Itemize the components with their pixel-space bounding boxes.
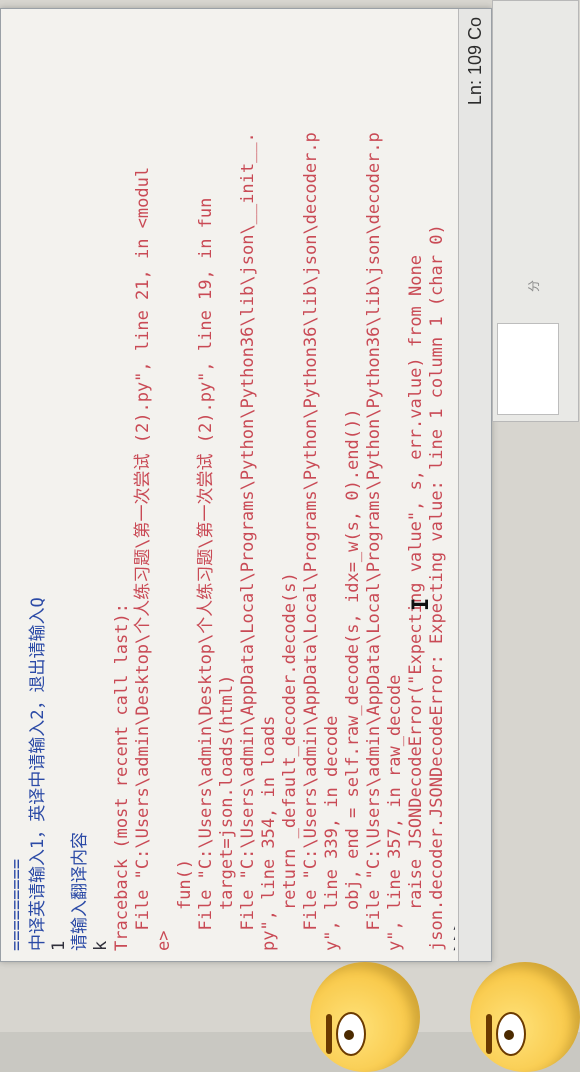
shell-line: 中译英请输入1，英译中请输入2，退出请输入Q xyxy=(28,597,48,951)
shell-line: raise JSONDecodeError("Expecting value",… xyxy=(406,255,426,951)
shell-line: fun() xyxy=(175,858,195,951)
side-panel-box xyxy=(497,323,559,415)
screen-photo: ========= 中译英请输入1，英译中请输入2，退出请输入Q 1 请输入翻译内容 k… xyxy=(0,0,580,1072)
shell-line: return _default_decoder.decode(s) xyxy=(280,572,300,951)
shell-line: File "C:\Users\admin\Desktop\个人练习题\第一次尝试… xyxy=(133,166,153,951)
eye-icon xyxy=(336,1012,366,1056)
eyebrow-icon xyxy=(326,1014,332,1054)
shell-line: json.decoder.JSONDecodeError: Expecting … xyxy=(427,224,447,951)
shell-line: 请输入翻译内容 xyxy=(70,832,90,951)
python-shell-window: ========= 中译英请输入1，英译中请输入2，退出请输入Q 1 请输入翻译内容 k… xyxy=(0,8,492,962)
side-panel xyxy=(492,0,579,422)
side-panel-label: 分 xyxy=(527,279,541,292)
shell-line: ========= xyxy=(7,858,27,951)
emoji-face-icon xyxy=(470,962,580,1072)
shell-line: y", line 357, in raw_decode xyxy=(385,674,405,951)
shell-line: File "C:\Users\admin\AppData\Local\Progr… xyxy=(301,132,321,951)
text-cursor-icon: I xyxy=(409,597,434,611)
status-bar: Ln: 109 Co xyxy=(458,9,491,961)
shell-line: 1 xyxy=(49,940,69,951)
eyebrow-icon xyxy=(486,1014,492,1054)
cursor-position: Ln: 109 Co xyxy=(465,17,485,106)
shell-line: File "C:\Users\admin\AppData\Local\Progr… xyxy=(364,132,384,951)
shell-line: obj, end = self.raw_decode(s, idx=_w(s, … xyxy=(343,408,363,951)
shell-line: target=json.loads(html) xyxy=(217,674,237,951)
shell-line: k xyxy=(91,940,111,951)
emoji-face-icon xyxy=(310,962,420,1072)
shell-line: Traceback (most recent call last): xyxy=(112,603,132,951)
shell-line: e> xyxy=(154,930,174,951)
shell-line: >>> xyxy=(448,920,455,951)
shell-output[interactable]: ========= 中译英请输入1，英译中请输入2，退出请输入Q 1 请输入翻译内容 k… xyxy=(7,19,455,951)
shell-line: py", line 354, in loads xyxy=(259,715,279,951)
shell-line: y", line 339, in decode xyxy=(322,715,342,951)
shell-line: File "C:\Users\admin\Desktop\个人练习题\第一次尝试… xyxy=(196,197,216,951)
shell-line: File "C:\Users\admin\AppData\Local\Progr… xyxy=(238,132,258,951)
eye-icon xyxy=(496,1012,526,1056)
